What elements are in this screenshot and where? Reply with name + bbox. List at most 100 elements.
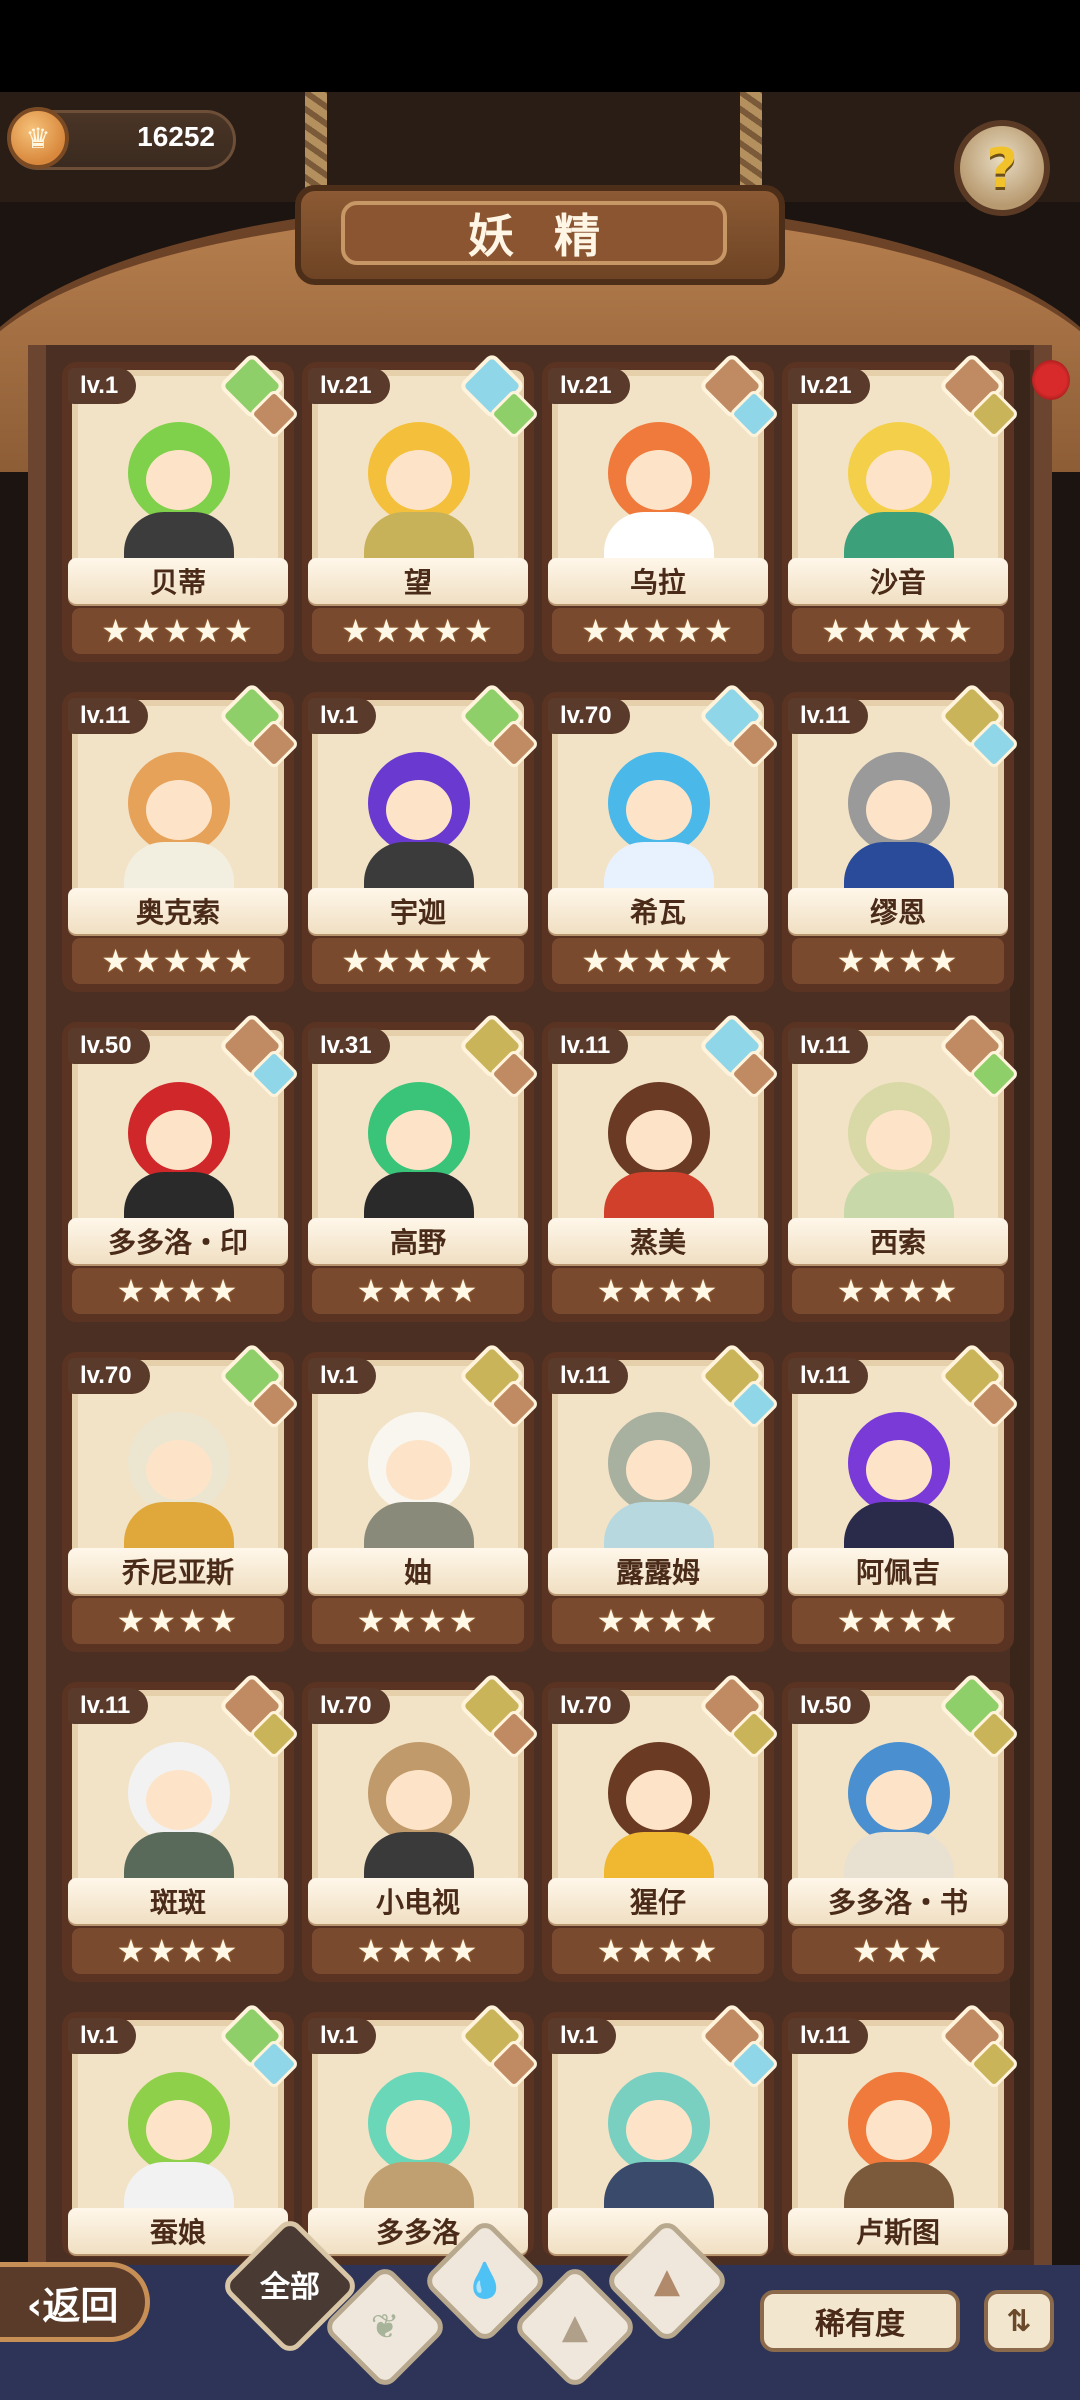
tab-all-label: 全部 xyxy=(260,2270,320,2305)
spirit-card[interactable]: lv.1 宇迦 ★★★★★ xyxy=(302,682,540,992)
star-rating: ★★★★★ xyxy=(792,608,1004,654)
spirit-card[interactable]: lv.1 多多洛 xyxy=(302,2002,540,2257)
currency-value: 16252 xyxy=(137,121,215,152)
spirit-name: 乔尼亚斯 xyxy=(68,1548,288,1594)
star-rating: ★★★★ xyxy=(72,1928,284,1974)
character-face xyxy=(386,1440,452,1500)
character-face xyxy=(866,780,932,840)
character-face xyxy=(386,2100,452,2160)
spirit-name: 沙音 xyxy=(788,558,1008,604)
level-badge: lv.11 xyxy=(68,698,149,734)
spirit-card[interactable]: lv.1 贝蒂 ★★★★★ xyxy=(62,352,300,662)
spirit-name: 多多洛・印 xyxy=(68,1218,288,1264)
spirit-name: 奥克索 xyxy=(68,888,288,934)
level-badge: lv.1 xyxy=(68,2018,137,2054)
spirit-name: 高野 xyxy=(308,1218,528,1264)
spirit-name: 望 xyxy=(308,558,528,604)
spirit-card[interactable]: lv.1 蚕娘 xyxy=(62,2002,300,2257)
character-face xyxy=(866,1110,932,1170)
spirit-card[interactable]: lv.21 望 ★★★★★ xyxy=(302,352,540,662)
character-face xyxy=(146,2100,212,2160)
spirit-card[interactable]: lv.11 阿佩吉 ★★★★ xyxy=(782,1342,1020,1652)
level-badge: lv.11 xyxy=(788,698,869,734)
character-face xyxy=(386,450,452,510)
level-badge: lv.11 xyxy=(548,1028,629,1064)
star-rating: ★★★★ xyxy=(312,1928,524,1974)
currency-display: ♛ 16252 xyxy=(7,107,236,170)
character-face xyxy=(146,780,212,840)
spirit-name: 缪恩 xyxy=(788,888,1008,934)
level-badge: lv.11 xyxy=(68,1688,149,1724)
spirit-card[interactable]: lv.70 猩仔 ★★★★ xyxy=(542,1672,780,1982)
level-badge: lv.21 xyxy=(788,368,870,404)
spirit-name: 贝蒂 xyxy=(68,558,288,604)
star-rating: ★★★★ xyxy=(312,1268,524,1314)
star-rating: ★★★ xyxy=(792,1928,1004,1974)
character-face xyxy=(626,450,692,510)
sort-icon: ⇅ xyxy=(1006,2303,1032,2339)
spirit-card[interactable]: lv.50 多多洛・印 ★★★★ xyxy=(62,1012,300,1322)
character-face xyxy=(626,1110,692,1170)
spirit-name: 乌拉 xyxy=(548,558,768,604)
spirit-card[interactable]: lv.11 露露姆 ★★★★ xyxy=(542,1342,780,1652)
star-rating: ★★★★ xyxy=(72,1598,284,1644)
level-badge: lv.21 xyxy=(548,368,630,404)
sort-order-button[interactable]: ⇅ xyxy=(984,2290,1054,2352)
spirit-card[interactable]: lv.11 蒸美 ★★★★ xyxy=(542,1012,780,1322)
star-rating: ★★★★ xyxy=(552,1598,764,1644)
star-rating: ★★★★★ xyxy=(72,608,284,654)
level-badge: lv.31 xyxy=(308,1028,390,1064)
page-title: 妖精 xyxy=(341,201,727,265)
star-rating: ★★★★★ xyxy=(72,938,284,984)
level-badge: lv.11 xyxy=(788,1028,869,1064)
spirit-name: 阿佩吉 xyxy=(788,1548,1008,1594)
spirit-name: 宇迦 xyxy=(308,888,528,934)
spirit-card[interactable]: lv.31 高野 ★★★★ xyxy=(302,1012,540,1322)
character-face xyxy=(626,2100,692,2160)
rarity-sort-button[interactable]: 稀有度 xyxy=(760,2290,960,2352)
spirit-name: 多多洛・书 xyxy=(788,1878,1008,1924)
spirit-card[interactable]: lv.21 乌拉 ★★★★★ xyxy=(542,352,780,662)
spirit-name: 西索 xyxy=(788,1218,1008,1264)
level-badge: lv.21 xyxy=(308,368,390,404)
level-badge: lv.70 xyxy=(68,1358,150,1394)
level-badge: lv.70 xyxy=(308,1688,390,1724)
star-rating: ★★★★★ xyxy=(312,608,524,654)
ladybug-icon xyxy=(1032,360,1070,400)
drop-icon: 💧 xyxy=(463,2261,507,2301)
character-face xyxy=(626,780,692,840)
spirit-name: 蚕娘 xyxy=(68,2208,288,2254)
spirit-card[interactable]: lv.11 西索 ★★★★ xyxy=(782,1012,1020,1322)
character-face xyxy=(866,450,932,510)
spirit-name: 露露姆 xyxy=(548,1548,768,1594)
spirit-card[interactable]: lv.70 乔尼亚斯 ★★★★ xyxy=(62,1342,300,1652)
coin-icon: ♛ xyxy=(7,107,69,169)
character-face xyxy=(866,1770,932,1830)
star-rating: ★★★★★ xyxy=(552,938,764,984)
spirit-card[interactable]: lv.11 奥克索 ★★★★★ xyxy=(62,682,300,992)
spirit-card[interactable]: lv.21 沙音 ★★★★★ xyxy=(782,352,1020,662)
level-badge: lv.11 xyxy=(788,2018,869,2054)
character-face xyxy=(146,1110,212,1170)
level-badge: lv.1 xyxy=(68,368,137,404)
level-badge: lv.70 xyxy=(548,1688,630,1724)
level-badge: lv.11 xyxy=(548,1358,629,1394)
spirit-card[interactable]: lv.70 希瓦 ★★★★★ xyxy=(542,682,780,992)
character-face xyxy=(866,1440,932,1500)
star-rating: ★★★★ xyxy=(792,1598,1004,1644)
level-badge: lv.1 xyxy=(548,2018,617,2054)
spirit-card[interactable]: lv.11 缪恩 ★★★★ xyxy=(782,682,1020,992)
spirit-card[interactable]: lv.1 xyxy=(542,2002,780,2257)
spirit-card[interactable]: lv.70 小电视 ★★★★ xyxy=(302,1672,540,1982)
status-bar xyxy=(0,0,1080,92)
spirit-card[interactable]: lv.11 卢斯图 xyxy=(782,2002,1020,2257)
sprout-icon: ❦ xyxy=(370,2307,400,2347)
spirit-card[interactable]: lv.11 斑斑 ★★★★ xyxy=(62,1672,300,1982)
spirit-card[interactable]: lv.50 多多洛・书 ★★★ xyxy=(782,1672,1020,1982)
help-button[interactable]: ? xyxy=(954,120,1050,216)
level-badge: lv.1 xyxy=(308,2018,377,2054)
volcano-icon: ▲ xyxy=(653,2261,681,2301)
star-rating: ★★★★ xyxy=(312,1598,524,1644)
back-button[interactable]: ‹返回 xyxy=(0,2262,150,2342)
spirit-card[interactable]: lv.1 妯 ★★★★ xyxy=(302,1342,540,1652)
